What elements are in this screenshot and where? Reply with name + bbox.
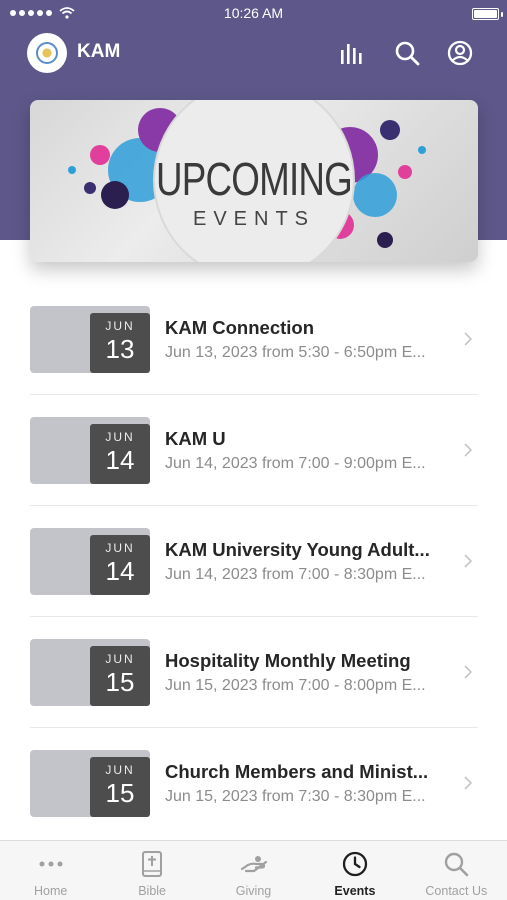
bible-icon [138, 851, 166, 877]
chevron-right-icon [464, 443, 472, 457]
date-month: JUN [105, 763, 135, 777]
upcoming-events-banner[interactable]: UPCOMING EVENTS [30, 100, 478, 262]
giving-hand-icon [240, 851, 268, 877]
chevron-right-icon [464, 332, 472, 346]
date-month: JUN [105, 430, 135, 444]
tab-label: Contact Us [425, 884, 488, 898]
chevron-right-icon [464, 665, 472, 679]
event-row[interactable]: JUN 13 KAM Connection Jun 13, 2023 from … [30, 284, 478, 395]
tab-giving[interactable]: Giving [203, 841, 304, 900]
event-thumbnail: JUN 15 [30, 639, 150, 706]
tab-label: Home [34, 884, 68, 898]
more-dots-icon [37, 851, 65, 877]
event-list: JUN 13 KAM Connection Jun 13, 2023 from … [30, 284, 478, 839]
profile-icon[interactable] [445, 38, 475, 68]
search-icon[interactable] [392, 38, 422, 68]
status-time: 10:26 AM [223, 5, 284, 21]
tab-bible[interactable]: Bible [101, 841, 202, 900]
event-title: Church Members and Minist... [165, 761, 429, 782]
date-day: 13 [105, 334, 135, 364]
event-title: Hospitality Monthly Meeting [165, 650, 411, 671]
event-subtitle: Jun 14, 2023 from 7:00 - 9:00pm E... [165, 455, 426, 472]
event-row[interactable]: JUN 14 KAM U Jun 14, 2023 from 7:00 - 9:… [30, 395, 478, 506]
tab-label: Bible [138, 884, 166, 898]
event-subtitle: Jun 14, 2023 from 7:00 - 8:30pm E... [165, 566, 426, 583]
app-title: KAM [77, 41, 121, 62]
tab-home[interactable]: Home [0, 841, 101, 900]
search-icon [442, 851, 470, 877]
tab-bar: Home Bible Giving Events Contact Us [0, 840, 507, 900]
event-row[interactable]: JUN 14 KAM University Young Adult... Jun… [30, 506, 478, 617]
event-row[interactable]: JUN 15 Hospitality Monthly Meeting Jun 1… [30, 617, 478, 728]
tab-contact-us[interactable]: Contact Us [406, 841, 507, 900]
tab-events[interactable]: Events [304, 841, 405, 900]
event-thumbnail: JUN 15 [30, 750, 150, 817]
event-row[interactable]: JUN 15 Church Members and Minist... Jun … [30, 728, 478, 839]
clock-icon [341, 851, 369, 877]
banner-title: UPCOMING [156, 153, 353, 205]
logo-icon[interactable] [27, 33, 67, 73]
tab-label: Events [334, 884, 376, 898]
date-badge: JUN 14 [90, 424, 150, 484]
event-title: KAM Connection [165, 317, 315, 338]
date-month: JUN [105, 319, 135, 333]
date-day: 14 [105, 556, 135, 586]
event-title: KAM University Young Adult... [165, 539, 430, 560]
date-badge: JUN 15 [90, 757, 150, 817]
audio-bars-icon[interactable] [338, 38, 368, 68]
event-title: KAM U [165, 428, 226, 449]
event-subtitle: Jun 15, 2023 from 7:00 - 8:00pm E... [165, 677, 426, 694]
tab-label: Giving [235, 884, 272, 898]
date-badge: JUN 14 [90, 535, 150, 595]
date-badge: JUN 13 [90, 313, 150, 373]
date-day: 15 [105, 667, 135, 697]
event-thumbnail: JUN 14 [30, 417, 150, 484]
chevron-right-icon [464, 776, 472, 790]
date-month: JUN [105, 541, 135, 555]
status-bar: 10:26 AM [0, 0, 507, 28]
date-badge: JUN 15 [90, 646, 150, 706]
date-day: 15 [105, 778, 135, 808]
date-month: JUN [105, 652, 135, 666]
event-subtitle: Jun 15, 2023 from 7:30 - 8:30pm E... [165, 788, 426, 805]
date-day: 14 [105, 445, 135, 475]
nav-bar: KAM [0, 28, 507, 78]
event-thumbnail: JUN 14 [30, 528, 150, 595]
banner-subtitle: EVENTS [192, 208, 316, 230]
event-thumbnail: JUN 13 [30, 306, 150, 373]
chevron-right-icon [464, 554, 472, 568]
battery-icon [472, 8, 499, 20]
event-subtitle: Jun 13, 2023 from 5:30 - 6:50pm E... [165, 344, 426, 361]
